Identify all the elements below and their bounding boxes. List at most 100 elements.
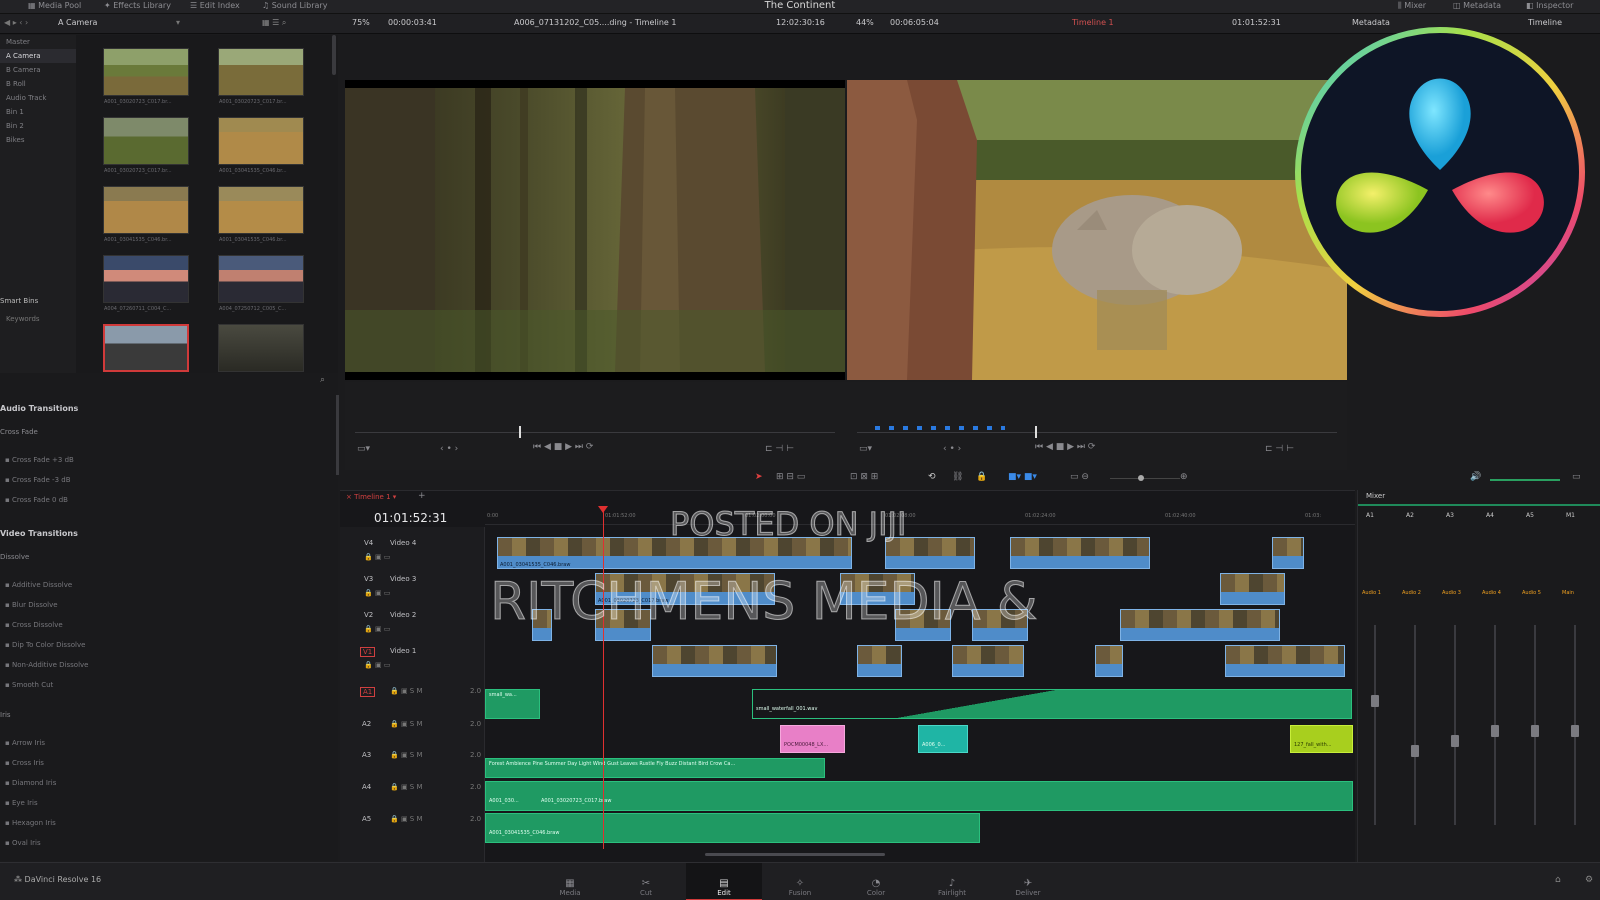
video-clip[interactable] xyxy=(1272,537,1304,569)
zoom-in-icon[interactable]: ⊕ xyxy=(1180,472,1188,482)
effect-item[interactable]: ▪ Eye Iris xyxy=(5,799,38,807)
program-playhead[interactable] xyxy=(1035,426,1037,438)
audio-track-controls[interactable]: 🔒 ▣ S M xyxy=(390,720,423,728)
jog-icon[interactable]: ‹ • › xyxy=(943,444,961,454)
gear-icon[interactable]: ⚙ xyxy=(1585,875,1593,885)
audio-track-id[interactable]: A1 xyxy=(360,687,376,697)
page-tab-color[interactable]: ◔ Color xyxy=(846,878,906,897)
mixer-fader-knob[interactable] xyxy=(1371,695,1379,707)
pointer-tool-icon[interactable]: ➤ xyxy=(755,472,763,482)
effect-item[interactable]: ▪ Oval Iris xyxy=(5,839,41,847)
video-clip[interactable] xyxy=(532,609,552,641)
audio-clip[interactable]: small_waterfall_001.wav xyxy=(752,689,1352,719)
effect-item[interactable]: ▪ Blur Dissolve xyxy=(5,601,58,609)
clip-thumbnail[interactable] xyxy=(103,255,189,303)
track-lock-icon[interactable]: 🔒 ▣ ▭ xyxy=(364,589,390,597)
flag-icon[interactable]: ■▾ ■▾ xyxy=(1008,472,1037,482)
audio-track-id[interactable]: A4 xyxy=(362,783,371,791)
zoom-slider[interactable] xyxy=(1110,478,1180,479)
playhead-handle[interactable] xyxy=(598,506,608,513)
metadata-button[interactable]: ◫ Metadata xyxy=(1453,1,1501,10)
page-tab-cut[interactable]: ✂ Cut xyxy=(616,878,676,897)
video-clip[interactable] xyxy=(1120,609,1280,641)
trim-tool-icon[interactable]: ⊞ ⊟ ▭ xyxy=(776,472,805,482)
page-tab-edit[interactable]: ▤ Edit xyxy=(694,878,754,897)
bin-item[interactable]: Audio Track xyxy=(0,91,76,105)
clip-thumbnail[interactable] xyxy=(103,186,189,234)
effect-item[interactable]: ▪ Additive Dissolve xyxy=(5,581,72,589)
lock-icon[interactable]: 🔒 xyxy=(976,472,987,482)
page-tab-deliver[interactable]: ✈ Deliver xyxy=(998,878,1058,897)
clip-thumbnail[interactable] xyxy=(103,117,189,165)
volume-slider[interactable] xyxy=(1490,479,1560,481)
nav-back-icon[interactable]: ◀ ▸ ‹ › xyxy=(4,18,28,27)
track-lock-icon[interactable]: 🔒 ▣ ▭ xyxy=(364,661,390,669)
mixer-fader-track[interactable] xyxy=(1414,625,1416,825)
transport-controls[interactable]: ⏮ ◀ ■ ▶ ⏭ ⟳ xyxy=(533,442,593,452)
source-playhead[interactable] xyxy=(519,426,521,438)
track-lock-icon[interactable]: 🔒 ▣ ▭ xyxy=(364,625,390,633)
video-clip[interactable] xyxy=(972,609,1028,641)
audio-clip[interactable]: POCM00048_LX... xyxy=(780,725,845,753)
clip-thumbnail[interactable] xyxy=(218,255,304,303)
track-id[interactable]: V1 xyxy=(360,647,376,657)
mixer-fader-track[interactable] xyxy=(1374,625,1376,825)
match-frame-icon[interactable]: ⊏ ⊣ ⊢ xyxy=(1265,444,1294,454)
page-tab-fusion[interactable]: ✧ Fusion xyxy=(770,878,830,897)
zoom-out-icon[interactable]: ▭ ⊖ xyxy=(1070,472,1089,482)
inspector-button[interactable]: ◧ Inspector xyxy=(1526,1,1573,10)
scrollbar[interactable] xyxy=(336,395,339,475)
mixer-fader-track[interactable] xyxy=(1454,625,1456,825)
program-viewer[interactable] xyxy=(847,80,1347,380)
video-clip[interactable] xyxy=(1095,645,1123,677)
effect-item[interactable]: ▪ Smooth Cut xyxy=(5,681,53,689)
clip-thumbnail[interactable] xyxy=(218,117,304,165)
source-scrub-bar[interactable] xyxy=(355,432,835,433)
audio-track-controls[interactable]: 🔒 ▣ S M xyxy=(390,687,423,695)
page-tab-media[interactable]: ▦ Media xyxy=(540,878,600,897)
mixer-button[interactable]: ⫼ Mixer xyxy=(1398,1,1426,11)
home-icon[interactable]: ⌂ xyxy=(1555,875,1561,885)
transport-controls[interactable]: ⏮ ◀ ■ ▶ ⏭ ⟳ xyxy=(1035,442,1095,452)
video-clip[interactable] xyxy=(1010,537,1150,569)
mixer-fader-knob[interactable] xyxy=(1451,735,1459,747)
keywords-bin[interactable]: Keywords xyxy=(6,315,40,323)
audio-clip[interactable]: A001_03041535_C046.braw xyxy=(485,813,980,843)
mixer-fader-knob[interactable] xyxy=(1531,725,1539,737)
bin-item[interactable]: B Camera xyxy=(0,63,76,77)
video-clip[interactable] xyxy=(1225,645,1345,677)
bin-item[interactable]: Bikes xyxy=(0,133,76,147)
audio-track-controls[interactable]: 🔒 ▣ S M xyxy=(390,783,423,791)
video-clip[interactable] xyxy=(840,573,915,605)
mixer-fader-knob[interactable] xyxy=(1571,725,1579,737)
snapping-icon[interactable]: ⟲ xyxy=(928,472,936,482)
add-timeline-icon[interactable]: + xyxy=(418,491,426,501)
video-clip[interactable]: A001_03020723_C017.braw xyxy=(595,573,775,605)
mixer-fader-knob[interactable] xyxy=(1491,725,1499,737)
insert-tools-icon[interactable]: ⊡ ⊠ ⊞ xyxy=(850,472,878,482)
clip-thumbnail[interactable] xyxy=(218,186,304,234)
zoom-slider-knob[interactable] xyxy=(1138,475,1144,481)
clip-thumbnail-selected[interactable] xyxy=(103,324,189,372)
video-clip[interactable] xyxy=(895,609,951,641)
video-clip[interactable] xyxy=(952,645,1024,677)
effect-item[interactable]: ▪ Arrow Iris xyxy=(5,739,45,747)
clip-thumbnail[interactable] xyxy=(218,324,304,372)
timeline-scrollbar[interactable] xyxy=(705,853,885,856)
source-zoom[interactable]: 75% xyxy=(352,18,370,27)
video-clip[interactable] xyxy=(1220,573,1285,605)
viewer-mode-icon[interactable]: ▭▾ xyxy=(357,444,370,454)
video-clip[interactable] xyxy=(885,537,975,569)
audio-track-id[interactable]: A5 xyxy=(362,815,371,823)
effect-item[interactable]: ▪ Dip To Color Dissolve xyxy=(5,641,85,649)
speaker-icon[interactable]: 🔊 xyxy=(1470,472,1481,482)
link-icon[interactable]: ⛓ xyxy=(952,472,963,482)
video-clip[interactable] xyxy=(857,645,902,677)
track-id[interactable]: V3 xyxy=(364,575,373,583)
source-viewer[interactable] xyxy=(345,80,845,380)
audio-clip[interactable]: Forest Ambience Pine Summer Day Light Wi… xyxy=(485,758,825,778)
audio-clip[interactable]: A006_0... xyxy=(918,725,968,753)
timeline-ruler[interactable]: 0:00 01:01:52:00 01:02:00:00 01:02:08:00… xyxy=(485,509,1355,525)
scrollbar[interactable] xyxy=(332,35,336,75)
timeline-tab[interactable]: × Timeline 1 ▾ xyxy=(346,493,396,501)
